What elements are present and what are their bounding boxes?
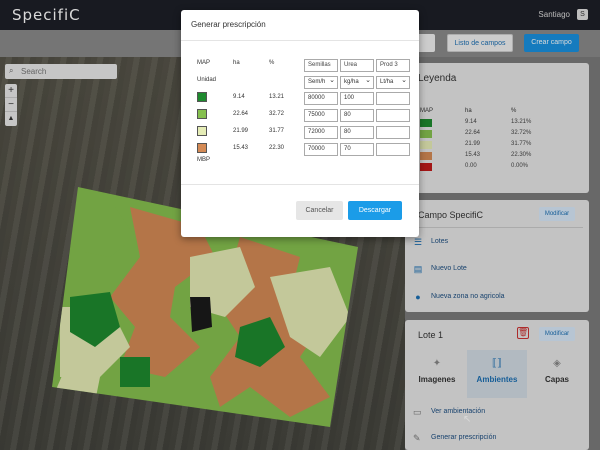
- zone-swatch: [197, 126, 207, 136]
- modal-header-unit: Unidad: [197, 77, 217, 83]
- download-button[interactable]: Descargar: [348, 201, 402, 220]
- zone-swatch: [197, 92, 207, 102]
- col-header-semillas: Semillas: [304, 59, 338, 72]
- zone-ha: 9.14: [233, 94, 245, 100]
- zone-ha: 21.99: [233, 128, 249, 134]
- zone-pct: 31.77: [269, 128, 285, 134]
- zone-swatch: [197, 143, 207, 153]
- rate-input-prod3[interactable]: [376, 92, 410, 105]
- rate-input-prod3[interactable]: [376, 143, 410, 156]
- modal-header-ha: ha: [233, 60, 240, 66]
- divider: [181, 40, 419, 41]
- rate-input-semillas[interactable]: 80000: [304, 92, 338, 105]
- unit-select-semillas[interactable]: Sem/h: [304, 75, 338, 89]
- rate-input-prod3[interactable]: [376, 109, 410, 122]
- rate-input-semillas[interactable]: 72000: [304, 126, 338, 139]
- rate-input-semillas[interactable]: 75000: [304, 109, 338, 122]
- col-header-prod3: Prod 3: [376, 59, 410, 72]
- zone-pct: 13.21: [269, 94, 285, 100]
- rate-input-urea[interactable]: 80: [340, 126, 374, 139]
- modal-header-map: MAP: [197, 60, 211, 66]
- rate-input-urea[interactable]: 70: [340, 143, 374, 156]
- divider: [181, 184, 419, 185]
- zone-swatch: [197, 109, 207, 119]
- zone-ha: 22.64: [233, 111, 249, 117]
- rate-input-urea[interactable]: 80: [340, 109, 374, 122]
- modal-footer-mbp: MBP: [197, 157, 211, 163]
- zone-pct: 32.72: [269, 111, 285, 117]
- col-header-urea: Urea: [340, 59, 374, 72]
- prescription-modal: Generar prescripción MAP ha % Unidad 9.1…: [181, 10, 419, 237]
- rate-input-urea[interactable]: 100: [340, 92, 374, 105]
- rate-input-semillas[interactable]: 70000: [304, 143, 338, 156]
- unit-select-prod3[interactable]: Lt/ha: [376, 75, 410, 89]
- unit-select-urea[interactable]: kg/ha: [340, 75, 374, 89]
- zone-pct: 22.30: [269, 145, 285, 151]
- cancel-button[interactable]: Cancelar: [296, 201, 343, 220]
- modal-title: Generar prescripción: [191, 20, 266, 29]
- rate-input-prod3[interactable]: [376, 126, 410, 139]
- zone-ha: 15.43: [233, 145, 249, 151]
- modal-header-pct: %: [269, 60, 275, 66]
